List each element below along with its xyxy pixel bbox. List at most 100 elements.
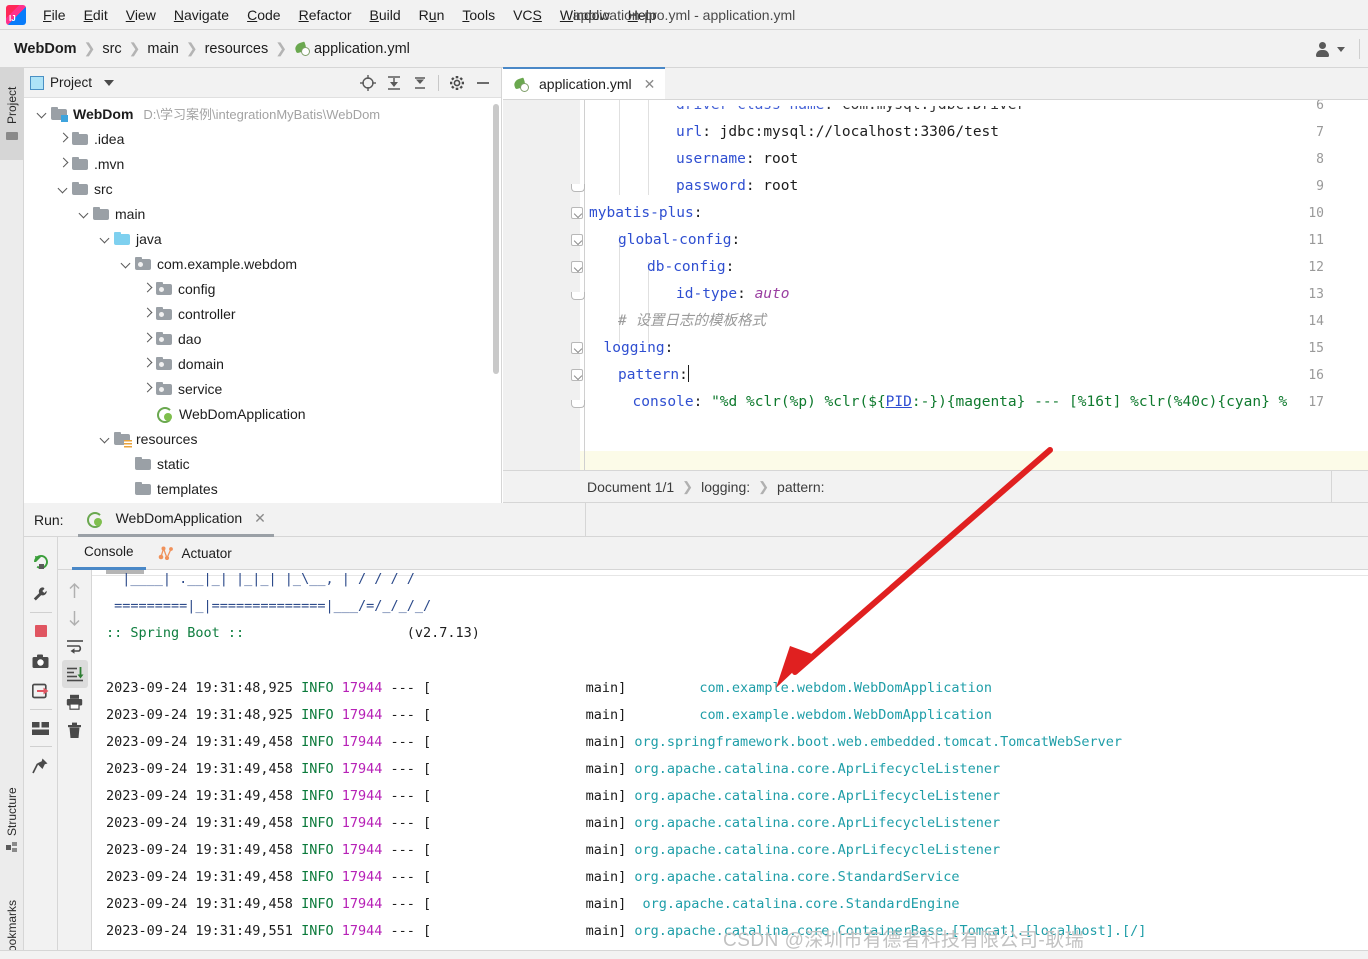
tree-node-label: controller — [178, 305, 236, 322]
tree-node-com-example-webdom[interactable]: com.example.webdom — [24, 251, 501, 276]
chevron-down-icon[interactable] — [99, 432, 112, 445]
console-output[interactable]: |____| .__|_| |_|_| |_\__, | / / / / ===… — [92, 570, 1368, 959]
project-view-icon — [30, 75, 44, 90]
breadcrumb-project[interactable]: WebDom — [14, 41, 77, 57]
tree-node--idea[interactable]: .idea — [24, 126, 501, 151]
tree-node-java[interactable]: java — [24, 226, 501, 251]
tree-node-main[interactable]: main — [24, 201, 501, 226]
chevron-down-icon[interactable] — [99, 232, 112, 245]
log-pid: 17944 — [341, 680, 383, 696]
divider — [29, 709, 52, 710]
tree-node--mvn[interactable]: .mvn — [24, 151, 501, 176]
chevron-down-icon[interactable] — [1337, 46, 1345, 52]
fold-marker[interactable] — [571, 389, 585, 416]
menu-item-refactor[interactable]: Refactor — [290, 3, 361, 27]
menu-item-help[interactable]: Help — [619, 3, 666, 27]
menu-item-tools[interactable]: Tools — [453, 3, 504, 27]
log-logger: org.apache.catalina.core.StandardEngine — [634, 896, 960, 912]
editor-gutter[interactable] — [503, 100, 580, 470]
project-scrollbar[interactable] — [493, 104, 499, 374]
tree-node-controller[interactable]: controller — [24, 301, 501, 326]
menu-item-view[interactable]: View — [117, 3, 165, 27]
trash-clear-icon[interactable] — [62, 716, 88, 744]
wrench-settings-icon[interactable] — [28, 579, 54, 609]
soft-wrap-icon[interactable] — [62, 632, 88, 660]
fold-marker[interactable] — [571, 227, 584, 254]
project-tree[interactable]: WebDom D:\学习案例\integrationMyBatis\WebDom.… — [24, 98, 501, 503]
menu-item-vcs[interactable]: VCS — [504, 3, 551, 27]
stop-icon[interactable] — [28, 616, 54, 646]
fold-marker[interactable] — [571, 281, 585, 308]
close-icon[interactable]: ✕ — [254, 510, 266, 527]
breadcrumb-src[interactable]: src — [102, 41, 121, 57]
tree-node-domain[interactable]: domain — [24, 351, 501, 376]
sidebar-item-bookmarks[interactable]: Bookmarks — [0, 878, 24, 959]
menu-item-edit[interactable]: Edit — [75, 3, 117, 27]
chevron-right-icon[interactable] — [57, 157, 70, 170]
breadcrumb-document[interactable]: Document 1/1 — [587, 479, 674, 495]
breadcrumb-file[interactable]: application.yml — [314, 41, 410, 57]
chevron-right-icon[interactable] — [57, 132, 70, 145]
tree-node-dao[interactable]: dao — [24, 326, 501, 351]
menu-item-window[interactable]: Window — [551, 3, 619, 27]
user-account-icon[interactable] — [1315, 41, 1331, 57]
run-config-tab[interactable]: WebDomApplication ✕ — [77, 503, 274, 537]
print-icon[interactable] — [62, 688, 88, 716]
fold-marker[interactable] — [571, 335, 584, 362]
breadcrumb-logging[interactable]: logging: — [701, 479, 750, 495]
rerun-icon[interactable] — [28, 545, 54, 579]
layout-icon[interactable] — [28, 713, 54, 743]
fold-marker[interactable] — [571, 173, 585, 200]
breadcrumb-main[interactable]: main — [147, 41, 178, 57]
breadcrumb-pattern[interactable]: pattern: — [777, 479, 824, 495]
tree-node-service[interactable]: service — [24, 376, 501, 401]
close-icon[interactable]: ✕ — [644, 76, 656, 93]
menu-item-code[interactable]: Code — [238, 3, 289, 27]
chevron-down-icon[interactable] — [36, 107, 49, 120]
camera-thread-dump-icon[interactable] — [28, 646, 54, 676]
log-logger: org.apache.catalina.core.AprLifecycleLis… — [634, 788, 1001, 804]
fold-marker[interactable] — [571, 362, 584, 389]
chevron-right-icon[interactable] — [141, 307, 154, 320]
menu-item-file[interactable]: File — [34, 3, 75, 27]
tree-node-src[interactable]: src — [24, 176, 501, 201]
sidebar-item-project[interactable]: Project — [0, 68, 24, 160]
editor-tab-application-yml[interactable]: application.yml ✕ — [503, 67, 666, 99]
tree-node-config[interactable]: config — [24, 276, 501, 301]
fold-marker[interactable] — [571, 254, 584, 281]
chevron-down-icon[interactable] — [104, 79, 115, 86]
hide-minimize-icon[interactable] — [475, 75, 491, 91]
chevron-down-icon[interactable] — [120, 257, 133, 270]
menu-item-run[interactable]: Run — [410, 3, 454, 27]
scroll-to-end-icon[interactable] — [61, 660, 88, 688]
menu-item-navigate[interactable]: Navigate — [165, 3, 238, 27]
scroll-down-icon[interactable] — [62, 604, 88, 632]
code-line-16: pattern: — [618, 365, 690, 383]
scroll-up-icon[interactable] — [62, 576, 88, 604]
chevron-down-icon[interactable] — [78, 207, 91, 220]
chevron-down-icon[interactable] — [57, 182, 70, 195]
chevron-right-icon: ❯ — [682, 478, 694, 494]
expand-all-icon[interactable] — [386, 75, 402, 91]
breadcrumb-resources[interactable]: resources — [205, 41, 269, 57]
sidebar-item-structure[interactable]: Structure — [0, 768, 24, 873]
collapse-all-icon[interactable] — [412, 75, 428, 91]
menu-item-build[interactable]: Build — [361, 3, 410, 27]
tree-node-webdomapplication[interactable]: WebDomApplication — [24, 401, 501, 426]
chevron-right-icon[interactable] — [141, 282, 154, 295]
chevron-right-icon[interactable] — [141, 357, 154, 370]
exit-icon[interactable] — [28, 676, 54, 706]
tab-console[interactable]: Console — [72, 537, 146, 570]
tree-node-webdom[interactable]: WebDom D:\学习案例\integrationMyBatis\WebDom — [24, 101, 501, 126]
pin-icon[interactable] — [28, 750, 54, 780]
tree-node-templates[interactable]: templates — [24, 476, 501, 501]
code-viewport[interactable]: 6 7 8 9 10 11 12 13 14 15 16 17 driver-class-name: … — [503, 100, 1368, 470]
chevron-right-icon[interactable] — [141, 382, 154, 395]
locate-target-icon[interactable] — [360, 74, 376, 91]
fold-marker[interactable] — [571, 200, 584, 227]
tree-node-static[interactable]: static — [24, 451, 501, 476]
chevron-right-icon[interactable] — [141, 332, 154, 345]
tree-node-resources[interactable]: resources — [24, 426, 501, 451]
tab-actuator[interactable]: Actuator — [146, 537, 244, 570]
settings-gear-icon[interactable] — [449, 75, 465, 91]
